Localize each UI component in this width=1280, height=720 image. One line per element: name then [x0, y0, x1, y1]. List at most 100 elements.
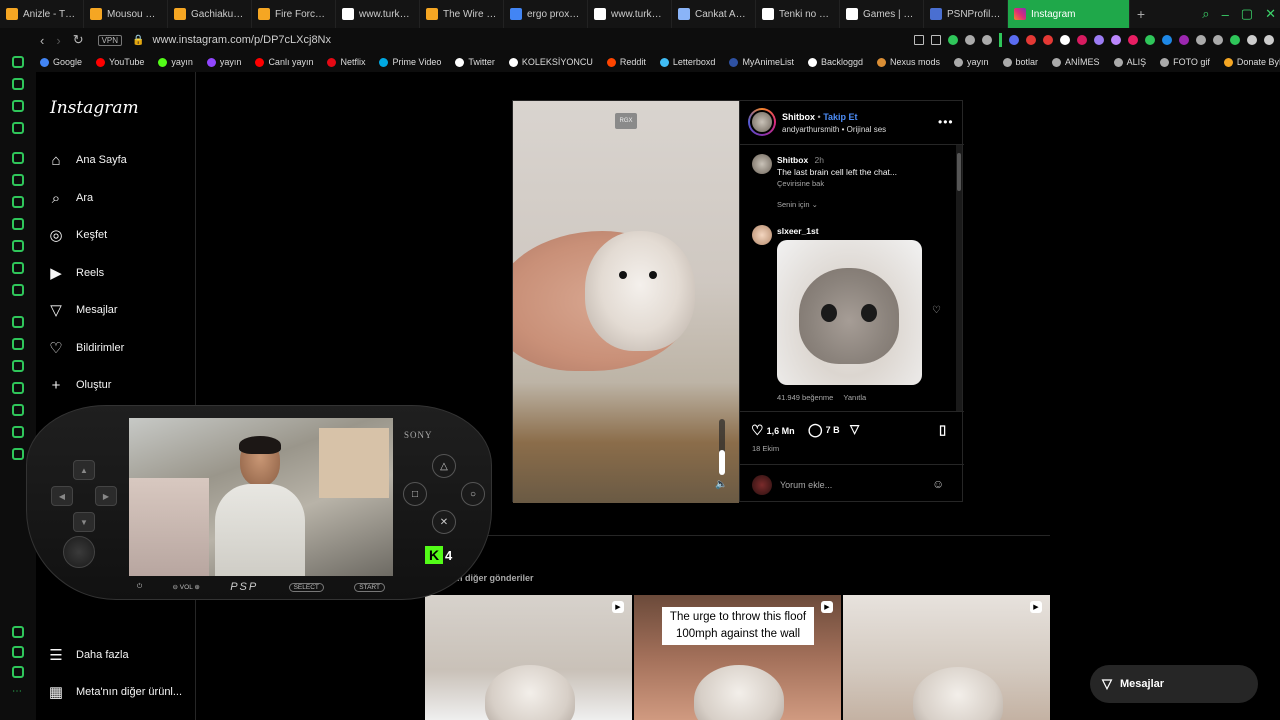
- whatsapp-icon[interactable]: [12, 218, 24, 230]
- like-button[interactable]: ♡ 1,6 Mn: [751, 422, 795, 439]
- maximize-icon[interactable]: ▢: [1241, 6, 1253, 22]
- extension-icon[interactable]: [1094, 35, 1104, 45]
- more-options-icon[interactable]: •••: [938, 115, 954, 129]
- extension-icon[interactable]: [1077, 35, 1087, 45]
- bookmark-item[interactable]: MyAnimeList: [729, 57, 794, 67]
- post-thumbnail[interactable]: ▶: [843, 595, 1050, 720]
- puzzle-icon[interactable]: [1213, 35, 1223, 45]
- nav-item-send[interactable]: ▽ Mesajlar: [48, 302, 117, 319]
- extension-icon[interactable]: [1196, 35, 1206, 45]
- tab[interactable]: Gachiakuta 6: [168, 0, 252, 28]
- bookmark-item[interactable]: Netflix: [327, 57, 365, 67]
- like-comment-icon[interactable]: ♡: [932, 305, 941, 316]
- bookmark-item[interactable]: Nexus mods: [876, 57, 940, 67]
- audio-subline[interactable]: andyarthursmith • Orijinal ses: [782, 125, 886, 134]
- bookmark-item[interactable]: Letterboxd: [659, 57, 715, 67]
- bookmark-item[interactable]: KOLEKSİYONCU: [508, 57, 593, 67]
- post-thumbnail[interactable]: ▶ The urge to throw this floof 100mph ag…: [634, 595, 841, 720]
- bookmark-item[interactable]: yayın: [206, 57, 241, 67]
- volume-icon[interactable]: 🔈: [715, 479, 727, 490]
- nav-item-heart[interactable]: ♡ Bildirimler: [48, 340, 124, 357]
- bookmark-item[interactable]: Twitter: [455, 57, 495, 67]
- translate-link[interactable]: Çevirisine bak: [777, 179, 824, 188]
- bookmark-item[interactable]: yayın: [158, 57, 193, 67]
- follow-button[interactable]: Takip Et: [823, 112, 857, 122]
- bookmark-icon[interactable]: [914, 35, 924, 45]
- share-button[interactable]: ▽: [850, 422, 859, 436]
- extension-icon[interactable]: [1179, 35, 1189, 45]
- bookmark-item[interactable]: ANİMES: [1052, 57, 1100, 67]
- nav-item-menu[interactable]: ☰ Daha fazla: [48, 647, 128, 664]
- screenshot-icon[interactable]: [931, 35, 941, 45]
- extension-icon[interactable]: [1162, 35, 1172, 45]
- avatar[interactable]: [752, 154, 772, 174]
- extension-icon[interactable]: [1128, 35, 1138, 45]
- twitch-icon[interactable]: [12, 100, 24, 112]
- new-tab-button[interactable]: +: [1130, 6, 1152, 22]
- tab[interactable]: Games | Back: [840, 0, 924, 28]
- wallet-icon[interactable]: [12, 360, 24, 372]
- comment-button[interactable]: ◯ 7 B: [808, 422, 840, 438]
- tab[interactable]: Mousou Dairi: [84, 0, 168, 28]
- sort-dropdown[interactable]: Senin için ⌄: [777, 200, 818, 209]
- ai-icon[interactable]: [12, 174, 24, 186]
- battery-icon[interactable]: [12, 626, 24, 638]
- url-field[interactable]: www.instagram.com/p/DP7cLXcj8Nx: [153, 34, 332, 46]
- volume-slider[interactable]: [719, 419, 725, 475]
- comment-username[interactable]: slxeer_1st: [777, 226, 819, 236]
- lock-icon[interactable]: 🔒: [132, 35, 144, 46]
- discord-icon[interactable]: [12, 284, 24, 296]
- tab[interactable]: www.turkanime: [588, 0, 672, 28]
- tab[interactable]: www.turkanime: [336, 0, 420, 28]
- nav-item-meta-grid[interactable]: ▦ Meta'nın diğer ürünl...: [48, 684, 182, 701]
- bookmark-item[interactable]: YouTube: [96, 57, 144, 67]
- bookmark-item[interactable]: Backloggd: [807, 57, 863, 67]
- settings-icon[interactable]: [12, 448, 24, 460]
- nav-item-search[interactable]: ⌕ Ara: [48, 190, 93, 207]
- bookmark-item[interactable]: FOTO gif: [1160, 57, 1210, 67]
- tab[interactable]: ergo proxy - G: [504, 0, 588, 28]
- share-icon[interactable]: [982, 35, 992, 45]
- heart-icon[interactable]: [12, 338, 24, 350]
- nav-item-compass[interactable]: ◎ Keşfet: [48, 227, 107, 244]
- extension-icon[interactable]: [1111, 35, 1121, 45]
- extension-icon[interactable]: [1145, 35, 1155, 45]
- bookmark-item[interactable]: Donate ByNoGam...: [1223, 57, 1280, 67]
- bookmark-item[interactable]: Prime Video: [379, 57, 441, 67]
- bookmark-item[interactable]: ALIŞ: [1113, 57, 1146, 67]
- history-icon[interactable]: [12, 382, 24, 394]
- tab[interactable]: Tenki no Ko iz: [756, 0, 840, 28]
- reel-video[interactable]: RGX 🔈: [513, 101, 739, 503]
- cpu-icon[interactable]: [12, 646, 24, 658]
- tab[interactable]: The Wire - Go: [420, 0, 504, 28]
- author-username[interactable]: Shitbox: [782, 112, 815, 122]
- comments-scrollbar[interactable]: [956, 145, 962, 411]
- menu-icon[interactable]: [1264, 35, 1274, 45]
- minimize-icon[interactable]: –: [1222, 7, 1229, 22]
- instagram-icon[interactable]: [12, 240, 24, 252]
- messages-button[interactable]: ▽ Mesajlar: [1090, 665, 1258, 703]
- download-icon[interactable]: [1230, 35, 1240, 45]
- apps-icon[interactable]: [12, 316, 24, 328]
- reload-icon[interactable]: ↻: [73, 32, 84, 48]
- extension-icon[interactable]: [1060, 35, 1070, 45]
- gx-icon[interactable]: [12, 122, 24, 134]
- nav-item-reels[interactable]: ▶ Reels: [48, 265, 104, 282]
- instagram-logo[interactable]: Instagram: [50, 98, 139, 118]
- search-icon[interactable]: ⌕: [1202, 6, 1209, 22]
- bookmark-item[interactable]: botlar: [1002, 57, 1038, 67]
- extension-icon[interactable]: [1043, 35, 1053, 45]
- extension-icon[interactable]: [1026, 35, 1036, 45]
- twitch-icon[interactable]: [12, 196, 24, 208]
- tab[interactable]: PSNProfiles -: [924, 0, 1008, 28]
- vpn-badge[interactable]: VPN: [97, 34, 123, 46]
- tab[interactable]: Cankat Aki's V: [672, 0, 756, 28]
- scrollbar-thumb[interactable]: [957, 153, 961, 191]
- download-icon[interactable]: [12, 404, 24, 416]
- gx-corner-icon[interactable]: [12, 666, 24, 678]
- reply-button[interactable]: Yanıtla: [843, 393, 866, 402]
- story-ring[interactable]: [748, 108, 776, 136]
- nav-item-plus[interactable]: + Oluştur: [48, 377, 112, 394]
- caption-username[interactable]: Shitbox: [777, 155, 808, 165]
- extension-icon[interactable]: [1009, 35, 1019, 45]
